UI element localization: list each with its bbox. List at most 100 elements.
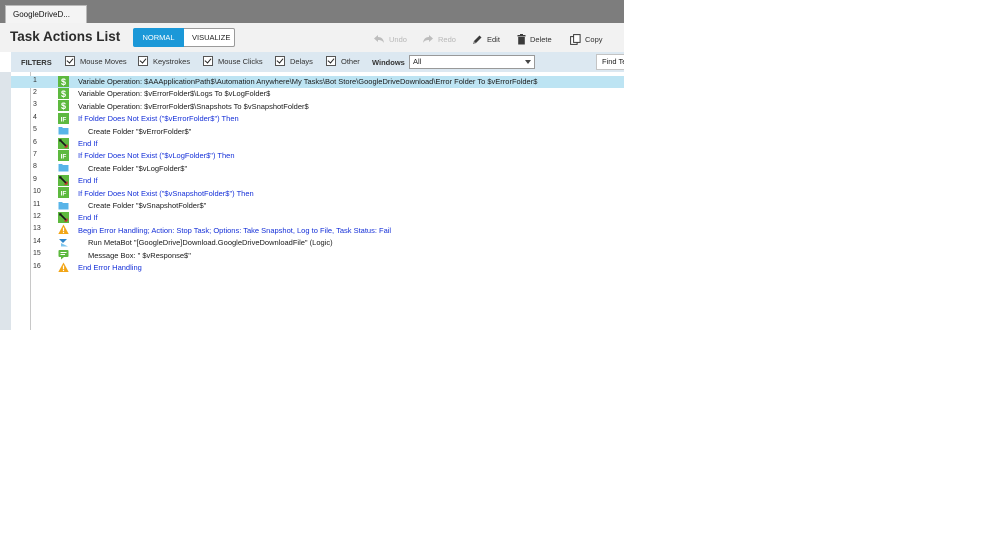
delays-filter[interactable]: Delays xyxy=(275,56,313,66)
warning-icon xyxy=(58,224,69,235)
end-if-icon xyxy=(58,137,69,149)
redo-button[interactable]: Redo xyxy=(422,32,456,46)
mouse-clicks-checkbox[interactable] xyxy=(203,56,213,66)
task-actions-list: 1 $ Variable Operation: $AAApplicationPath… xyxy=(0,72,624,330)
mouse-moves-label: Mouse Moves xyxy=(80,56,127,66)
undo-label: Undo xyxy=(389,34,407,44)
action-text: If Folder Does Not Exist ("$vSnapshotFol… xyxy=(78,188,254,198)
action-text: Variable Operation: $AAApplicationPath$\… xyxy=(78,77,538,86)
line-number: 1 xyxy=(33,76,37,84)
action-text: Variable Operation: $vErrorFolder$\Logs … xyxy=(78,89,271,99)
svg-text:IF: IF xyxy=(61,116,67,123)
action-row[interactable]: 10 IF If Folder Does Not Exist ("$vSnapsho… xyxy=(11,187,624,199)
keystrokes-checkbox[interactable] xyxy=(138,56,148,66)
line-number: 10 xyxy=(33,188,41,196)
svg-text:$: $ xyxy=(61,89,66,99)
line-number: 3 xyxy=(33,101,37,109)
line-number: 6 xyxy=(33,138,37,146)
visualize-mode-button[interactable]: VISUALIZE xyxy=(184,28,235,47)
undo-icon xyxy=(373,34,385,44)
svg-text:IF: IF xyxy=(61,191,67,198)
variable-icon: $ xyxy=(58,75,69,87)
action-row[interactable]: 6 End If xyxy=(11,137,624,150)
action-row[interactable]: 4 IF If Folder Does Not Exist ("$vErrorFol… xyxy=(11,112,624,125)
find-text-input[interactable]: Find Te xyxy=(596,54,624,70)
svg-text:IF: IF xyxy=(61,153,67,160)
delays-label: Delays xyxy=(290,56,313,66)
mouse-moves-filter[interactable]: Mouse Moves xyxy=(65,56,127,66)
keystrokes-filter[interactable]: Keystrokes xyxy=(138,56,190,66)
action-row[interactable]: 16 End Error Handling xyxy=(11,262,624,274)
action-row[interactable]: 9 End If xyxy=(11,174,624,187)
line-number: 8 xyxy=(33,163,37,171)
line-number: 13 xyxy=(33,225,41,233)
svg-text:$: $ xyxy=(61,77,66,87)
task-actions-header: Task Actions List NORMAL VISUALIZE Undo … xyxy=(0,23,624,52)
document-tab-strip: GoogleDriveD... xyxy=(0,0,624,23)
mouse-clicks-filter[interactable]: Mouse Clicks xyxy=(203,56,263,66)
edit-icon xyxy=(472,34,483,45)
filters-label: FILTERS xyxy=(21,58,52,67)
document-tab[interactable]: GoogleDriveD... xyxy=(5,5,87,23)
keystrokes-label: Keystrokes xyxy=(153,56,191,66)
action-row[interactable]: 11 Create Folder "$vSnapshotFolder$" xyxy=(11,200,624,212)
action-row[interactable]: 14 Run MetaBot "[GoogleDrive]Download.Goo… xyxy=(11,236,624,249)
redo-label: Redo xyxy=(438,34,456,44)
action-row[interactable]: 15 Message Box: " $vResponse$" xyxy=(11,249,624,261)
chevron-down-icon xyxy=(525,60,531,64)
delete-label: Delete xyxy=(530,34,552,44)
edit-button[interactable]: Edit xyxy=(472,32,500,46)
action-text: End Error Handling xyxy=(78,263,142,272)
action-text: End If xyxy=(78,213,98,223)
action-text: End If xyxy=(78,139,98,148)
other-filter[interactable]: Other xyxy=(326,56,360,66)
action-row[interactable]: 5 Create Folder "$vErrorFolder$" xyxy=(11,125,624,137)
line-number: 5 xyxy=(33,126,37,134)
action-row[interactable]: 3 $ Variable Operation: $vErrorFolder$\Sna… xyxy=(11,100,624,112)
windows-dropdown[interactable]: All xyxy=(409,55,535,69)
windows-label: Windows xyxy=(372,58,405,67)
undo-button[interactable]: Undo xyxy=(373,32,407,46)
line-number: 12 xyxy=(33,212,41,220)
line-number: 9 xyxy=(33,175,37,183)
variable-icon: $ xyxy=(58,100,69,112)
folder-icon xyxy=(58,162,69,173)
page-title: Task Actions List xyxy=(10,29,121,44)
action-text: If Folder Does Not Exist ("$vLogFolder$"… xyxy=(78,151,235,161)
line-number: 15 xyxy=(33,250,41,258)
line-number: 14 xyxy=(33,237,41,245)
action-text: Create Folder "$vSnapshotFolder$" xyxy=(88,201,207,210)
copy-label: Copy xyxy=(585,34,603,44)
delays-checkbox[interactable] xyxy=(275,56,285,66)
action-row[interactable]: 12 End If xyxy=(11,211,624,224)
filters-bar: FILTERS Mouse Moves Keystrokes Mouse Cli… xyxy=(11,52,624,72)
action-text: Begin Error Handling; Action: Stop Task;… xyxy=(78,225,392,235)
action-row[interactable]: 1 $ Variable Operation: $AAApplicationPath… xyxy=(11,75,624,88)
mouse-moves-checkbox[interactable] xyxy=(65,56,75,66)
folder-icon xyxy=(58,125,69,136)
action-row[interactable]: 2 $ Variable Operation: $vErrorFolder$\Log… xyxy=(11,87,624,100)
other-checkbox[interactable] xyxy=(326,56,336,66)
view-mode-toggle: NORMAL VISUALIZE xyxy=(133,28,235,47)
action-text: Create Folder "$vErrorFolder$" xyxy=(88,126,192,136)
action-row[interactable]: 13 Begin Error Handling; Action: Stop Tas… xyxy=(11,224,624,236)
action-text: Message Box: " $vResponse$" xyxy=(88,250,191,260)
folder-icon xyxy=(58,200,69,211)
copy-button[interactable]: Copy xyxy=(570,32,603,46)
redo-icon xyxy=(422,34,434,44)
end-if-icon xyxy=(58,211,69,223)
action-row[interactable]: 8 Create Folder "$vLogFolder$" xyxy=(11,162,624,174)
action-text: Run MetaBot "[GoogleDrive]Download.Googl… xyxy=(88,238,333,248)
normal-mode-button[interactable]: NORMAL xyxy=(133,28,184,47)
warning-icon xyxy=(58,262,69,273)
edit-label: Edit xyxy=(487,34,500,44)
end-if-icon xyxy=(58,174,69,186)
if-icon: IF xyxy=(58,149,69,161)
metabot-icon xyxy=(58,236,69,248)
windows-dropdown-value: All xyxy=(413,57,422,66)
line-number: 7 xyxy=(33,150,37,158)
action-row[interactable]: 7 IF If Folder Does Not Exist ("$vLogFolde… xyxy=(11,149,624,162)
variable-icon: $ xyxy=(58,87,69,99)
task-editor-window: GoogleDriveD... Task Actions List NORMAL… xyxy=(0,0,624,330)
delete-button[interactable]: Delete xyxy=(517,32,552,46)
